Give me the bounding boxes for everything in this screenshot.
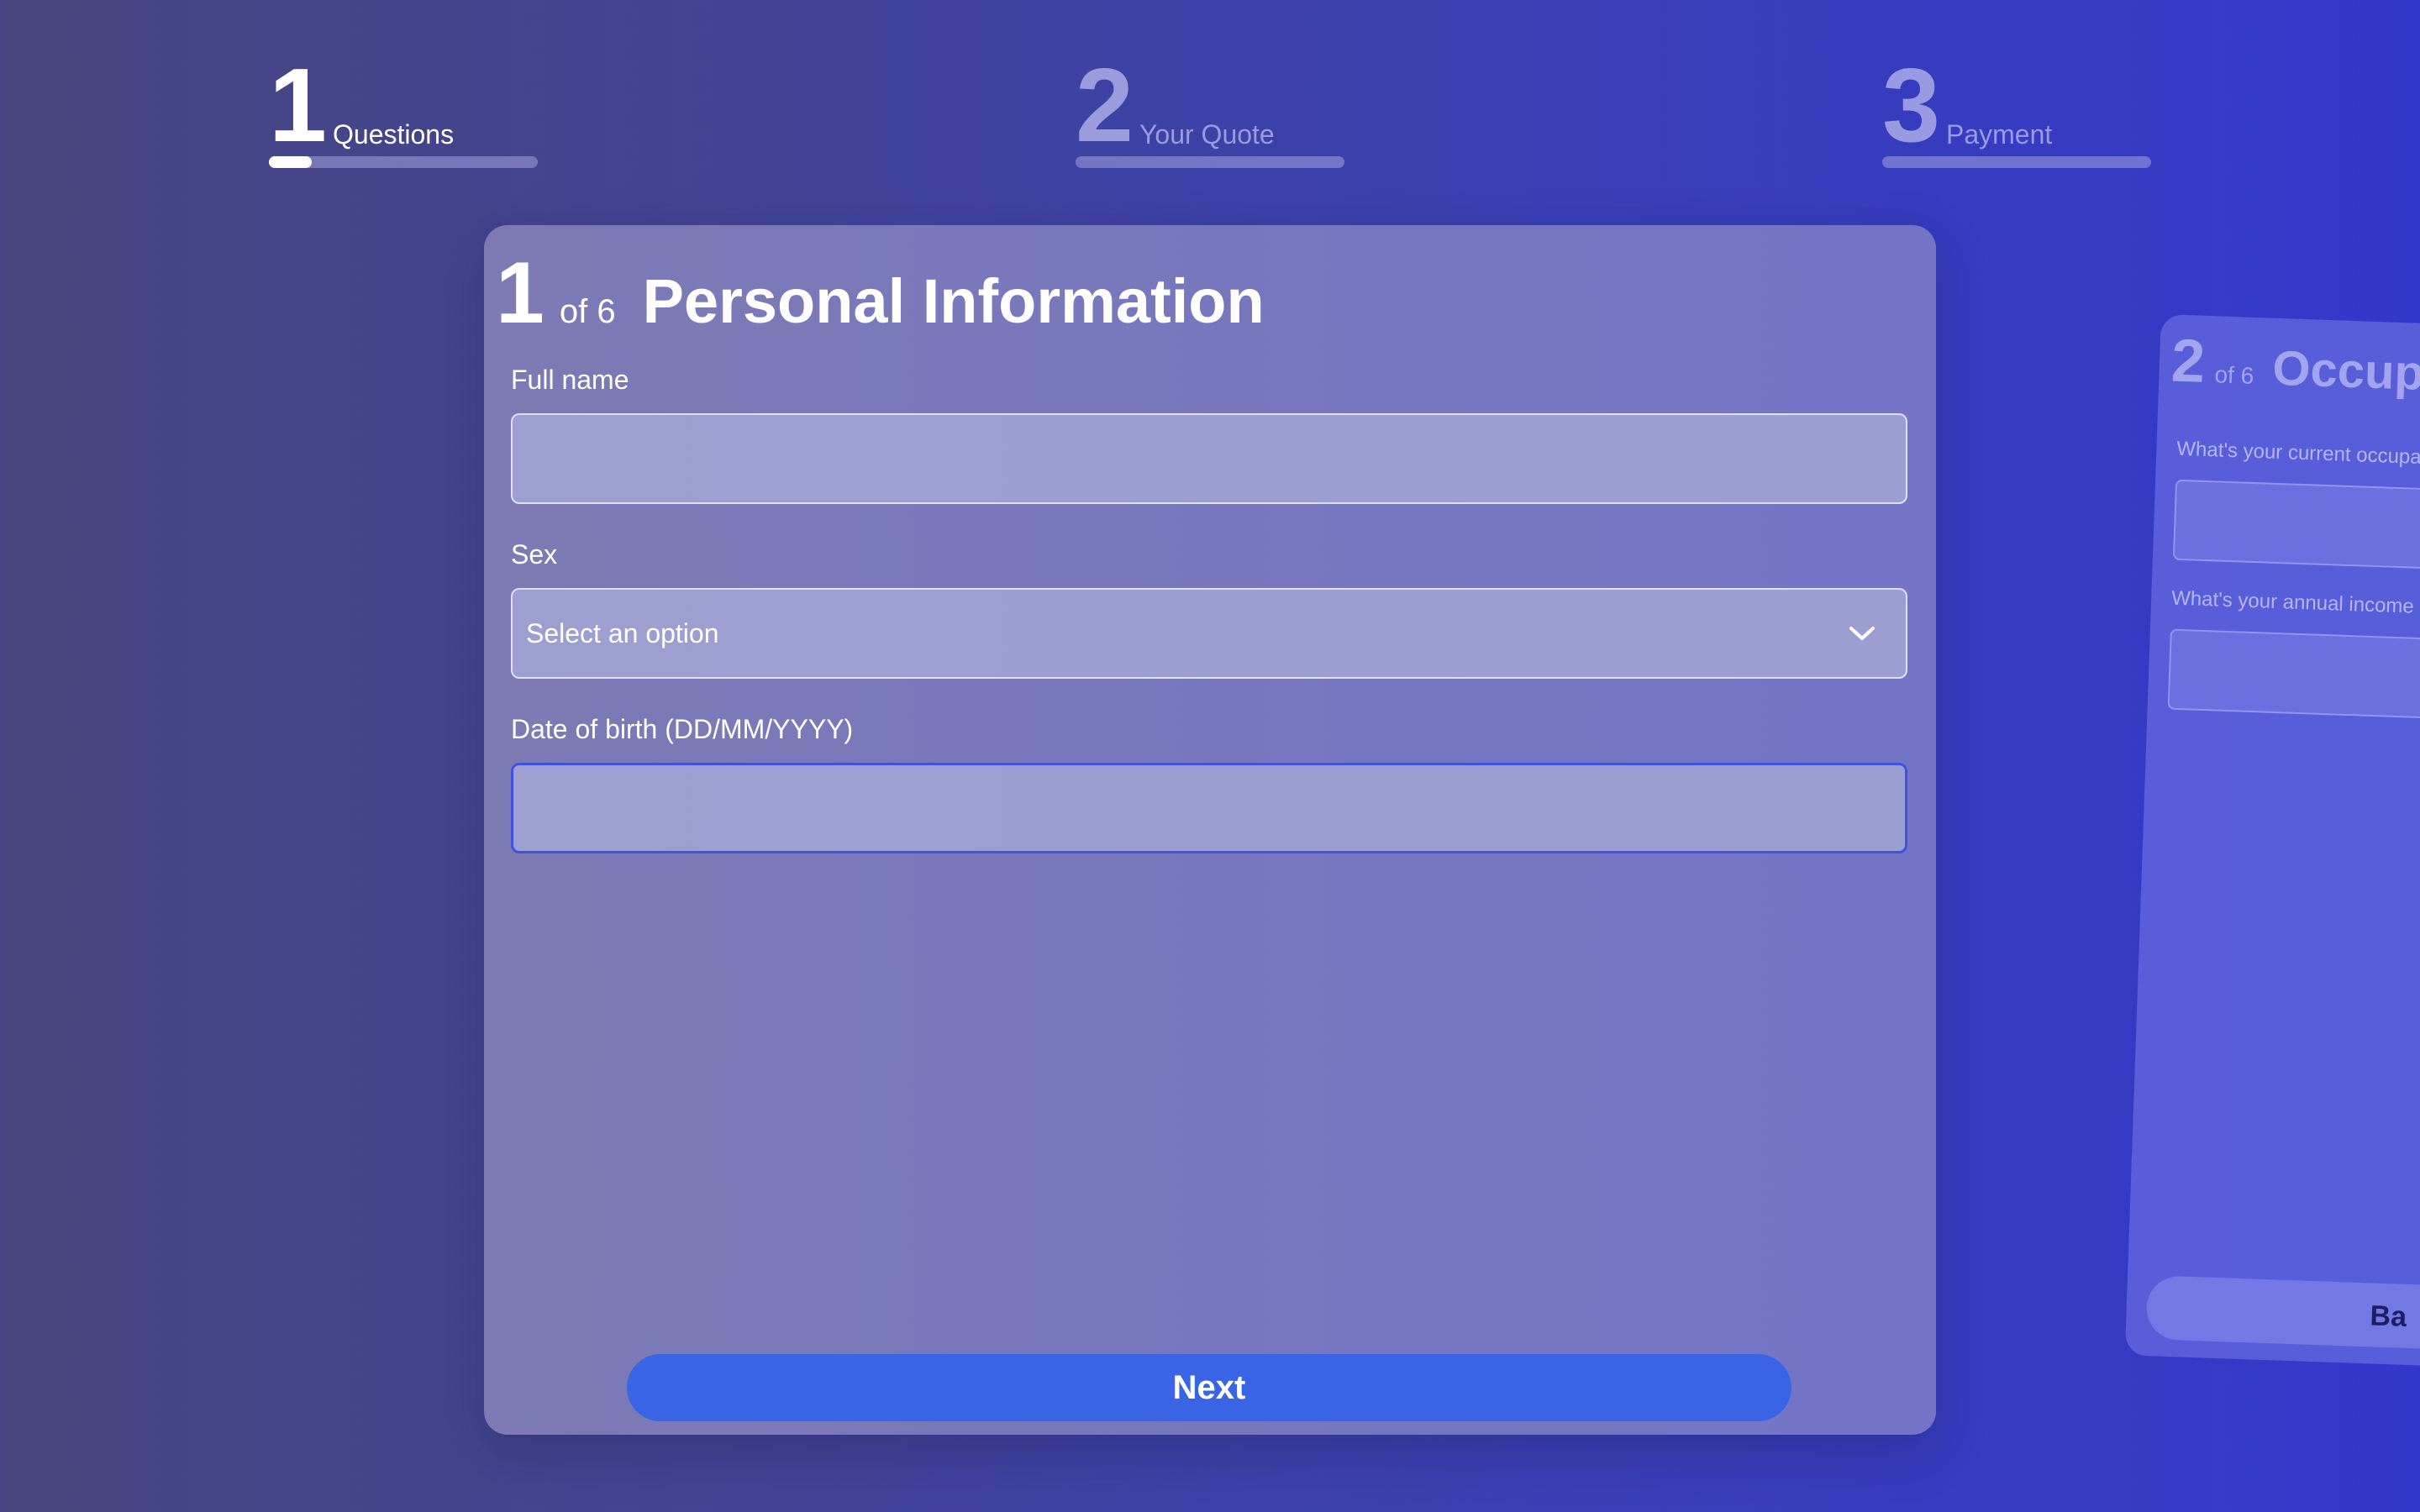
dob-input[interactable] xyxy=(511,763,1907,853)
dob-label: Date of birth (DD/MM/YYYY) xyxy=(511,714,854,744)
personal-information-card: 1 of 6 Personal Information Full name Se… xyxy=(484,225,1936,1435)
income-input[interactable] xyxy=(2167,628,2420,730)
full-name-input[interactable] xyxy=(511,413,1907,504)
occupation-question-label: What's your current occupa xyxy=(2175,437,2420,469)
step-payment[interactable]: 3 Payment xyxy=(1882,48,2151,170)
chevron-down-icon xyxy=(1849,627,1875,640)
back-button[interactable]: Ba xyxy=(2145,1275,2420,1360)
card-step-total: of 6 xyxy=(559,293,616,330)
sex-select-value: Select an option xyxy=(526,618,719,648)
occupation-input[interactable] xyxy=(2172,479,2420,581)
step-progress-track xyxy=(269,156,538,168)
step-number: 2 xyxy=(1076,48,1134,164)
next-card-title: Occupa xyxy=(2271,340,2420,402)
next-question-card: 2 of 6 Occupa What's your current occupa… xyxy=(2124,314,2420,1377)
step-number: 1 xyxy=(269,48,327,164)
next-card-step-number: 2 xyxy=(2170,327,2207,396)
sex-select[interactable]: Select an option xyxy=(511,588,1907,679)
step-progress-fill xyxy=(269,156,313,168)
income-question-label: What's your annual income xyxy=(2170,586,2415,618)
step-progress-track xyxy=(1076,156,1344,168)
card-title: Personal Information xyxy=(642,266,1265,336)
step-progress-track xyxy=(1882,156,2151,168)
next-card-step-total: of 6 xyxy=(2214,361,2254,389)
next-button[interactable]: Next xyxy=(627,1354,1791,1421)
step-your-quote[interactable]: 2 Your Quote xyxy=(1076,48,1344,170)
card-step-number: 1 xyxy=(496,244,544,342)
step-number: 3 xyxy=(1882,48,1940,164)
step-questions[interactable]: 1 Questions xyxy=(269,48,538,170)
step-label: Questions xyxy=(333,119,455,150)
next-card-header: 2 of 6 Occupa xyxy=(2170,326,2420,405)
sex-label: Sex xyxy=(511,539,558,570)
step-label: Your Quote xyxy=(1139,119,1275,150)
full-name-label: Full name xyxy=(511,365,629,395)
card-header: 1 of 6 Personal Information xyxy=(496,247,1265,339)
step-label: Payment xyxy=(1946,119,2053,150)
